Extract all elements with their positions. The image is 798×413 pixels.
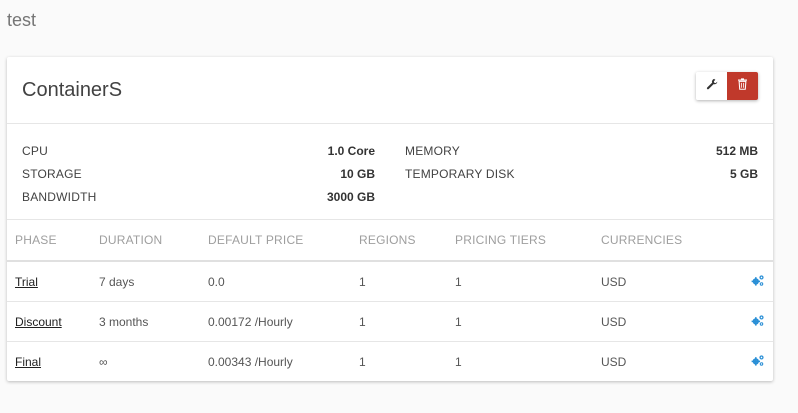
price-cell: 0.0 <box>208 261 359 302</box>
tiers-cell: 1 <box>455 354 462 369</box>
column-header-regions: REGIONS <box>359 220 455 262</box>
phase-link-trial[interactable]: Trial <box>15 275 38 289</box>
column-header-currencies: CURRENCIES <box>601 220 721 262</box>
spec-cpu-value: 1.0 Core <box>327 144 375 158</box>
table-row: Final ∞ 0.00343 /Hourly 1 1 USD <box>7 342 773 382</box>
duration-cell: 3 months <box>99 301 208 342</box>
currency-cell: USD <box>601 261 721 302</box>
table-row: Discount 3 months 0.00172 /Hourly 1 1 US… <box>7 301 773 342</box>
cogs-icon[interactable] <box>751 314 765 330</box>
spec-storage-label: STORAGE <box>22 167 82 181</box>
currency-cell: USD <box>601 354 627 369</box>
spec-temp-disk-value: 5 GB <box>729 167 758 181</box>
regions-cell: 1 <box>359 354 366 369</box>
wrench-icon <box>706 77 718 95</box>
phase-link-discount[interactable]: Discount <box>15 315 62 329</box>
table-header-row: PHASE DURATION DEFAULT PRICE REGIONS PRI… <box>7 220 773 262</box>
column-header-pricing-tiers: PRICING TIERS <box>455 220 601 262</box>
currency-cell: USD <box>601 301 721 342</box>
column-header-default-price: DEFAULT PRICE <box>208 220 359 262</box>
cogs-icon[interactable] <box>751 274 765 290</box>
spec-temp-disk-label: TEMPORARY DISK <box>405 167 515 181</box>
specs-panel: CPU 1.0 Core STORAGE 10 GB BANDWIDTH 300… <box>7 124 773 220</box>
spec-storage-value: 10 GB <box>340 167 375 181</box>
card-actions <box>696 72 758 100</box>
regions-cell: 1 <box>359 301 455 342</box>
spec-memory-label: MEMORY <box>405 144 460 158</box>
price-cell: 0.00172 /Hourly <box>208 301 359 342</box>
spec-cpu-label: CPU <box>22 144 48 158</box>
duration-cell: 7 days <box>99 261 208 302</box>
tiers-cell: 1 <box>455 301 601 342</box>
spec-memory-value: 512 MB <box>715 144 758 158</box>
card-title: ContainerS <box>22 79 123 101</box>
column-header-actions <box>721 220 773 262</box>
delete-button[interactable] <box>727 72 758 100</box>
phases-table: PHASE DURATION DEFAULT PRICE REGIONS PRI… <box>7 220 773 381</box>
cogs-icon[interactable] <box>751 354 765 370</box>
price-cell: 0.00343 /Hourly <box>208 354 293 369</box>
table-row: Trial 7 days 0.0 1 1 USD <box>7 261 773 302</box>
trash-icon <box>737 77 748 95</box>
edit-button[interactable] <box>696 72 727 100</box>
regions-cell: 1 <box>359 261 455 302</box>
spec-bandwidth-label: BANDWIDTH <box>22 190 97 204</box>
spec-bandwidth-value: 3000 GB <box>326 190 375 204</box>
column-header-phase: PHASE <box>7 220 99 262</box>
tiers-cell: 1 <box>455 261 601 302</box>
page-title: test <box>7 10 37 30</box>
column-header-duration: DURATION <box>99 220 208 262</box>
phase-link-final[interactable]: Final <box>15 355 41 369</box>
duration-cell: ∞ <box>99 354 108 369</box>
card-header: ContainerS <box>7 57 773 124</box>
product-card: ContainerS CPU 1.0 Core STORAGE 10 GB BA… <box>7 57 773 381</box>
